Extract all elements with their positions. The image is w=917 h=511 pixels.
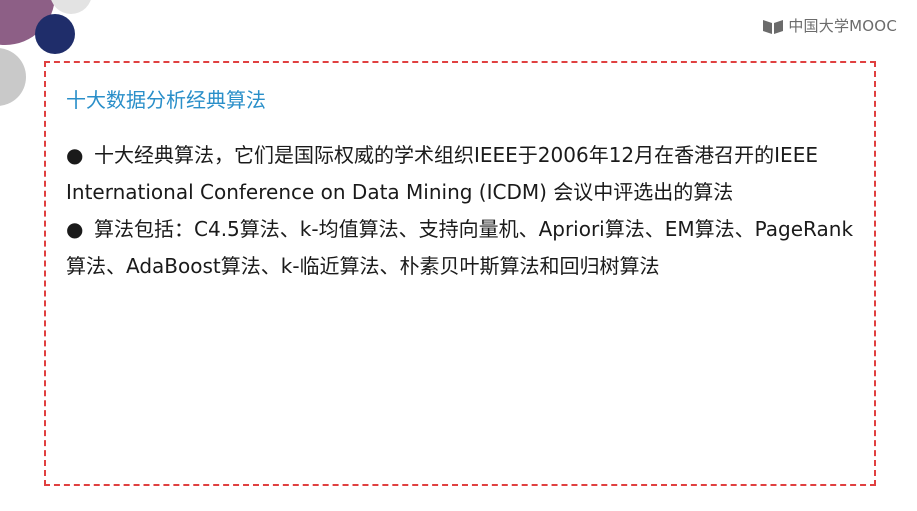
bullet-item: ● 十大经典算法，它们是国际权威的学术组织IEEE于2006年12月在香港召开的I… — [66, 137, 856, 211]
bullet-marker: ● — [66, 217, 84, 241]
bullet-item: ● 算法包括：C4.5算法、k-均值算法、支持向量机、Apriori算法、EM算法… — [66, 211, 856, 285]
decor-circle-navy — [35, 14, 75, 54]
slide-heading: 十大数据分析经典算法 — [66, 88, 266, 112]
decor-circle-gray — [0, 48, 26, 106]
bullet-text: 十大经典算法，它们是国际权威的学术组织IEEE于2006年12月在香港召开的IE… — [66, 143, 818, 204]
logo-text: 中国大学MOOC — [788, 17, 897, 35]
bullet-list: ● 十大经典算法，它们是国际权威的学术组织IEEE于2006年12月在香港召开的I… — [66, 137, 856, 285]
bullet-marker: ● — [66, 143, 84, 167]
bullet-text: 算法包括：C4.5算法、k-均值算法、支持向量机、Apriori算法、EM算法、… — [66, 217, 854, 278]
decor-circle-light — [50, 0, 92, 14]
book-icon — [763, 19, 784, 34]
mooc-logo: 中国大学MOOC — [762, 15, 897, 36]
